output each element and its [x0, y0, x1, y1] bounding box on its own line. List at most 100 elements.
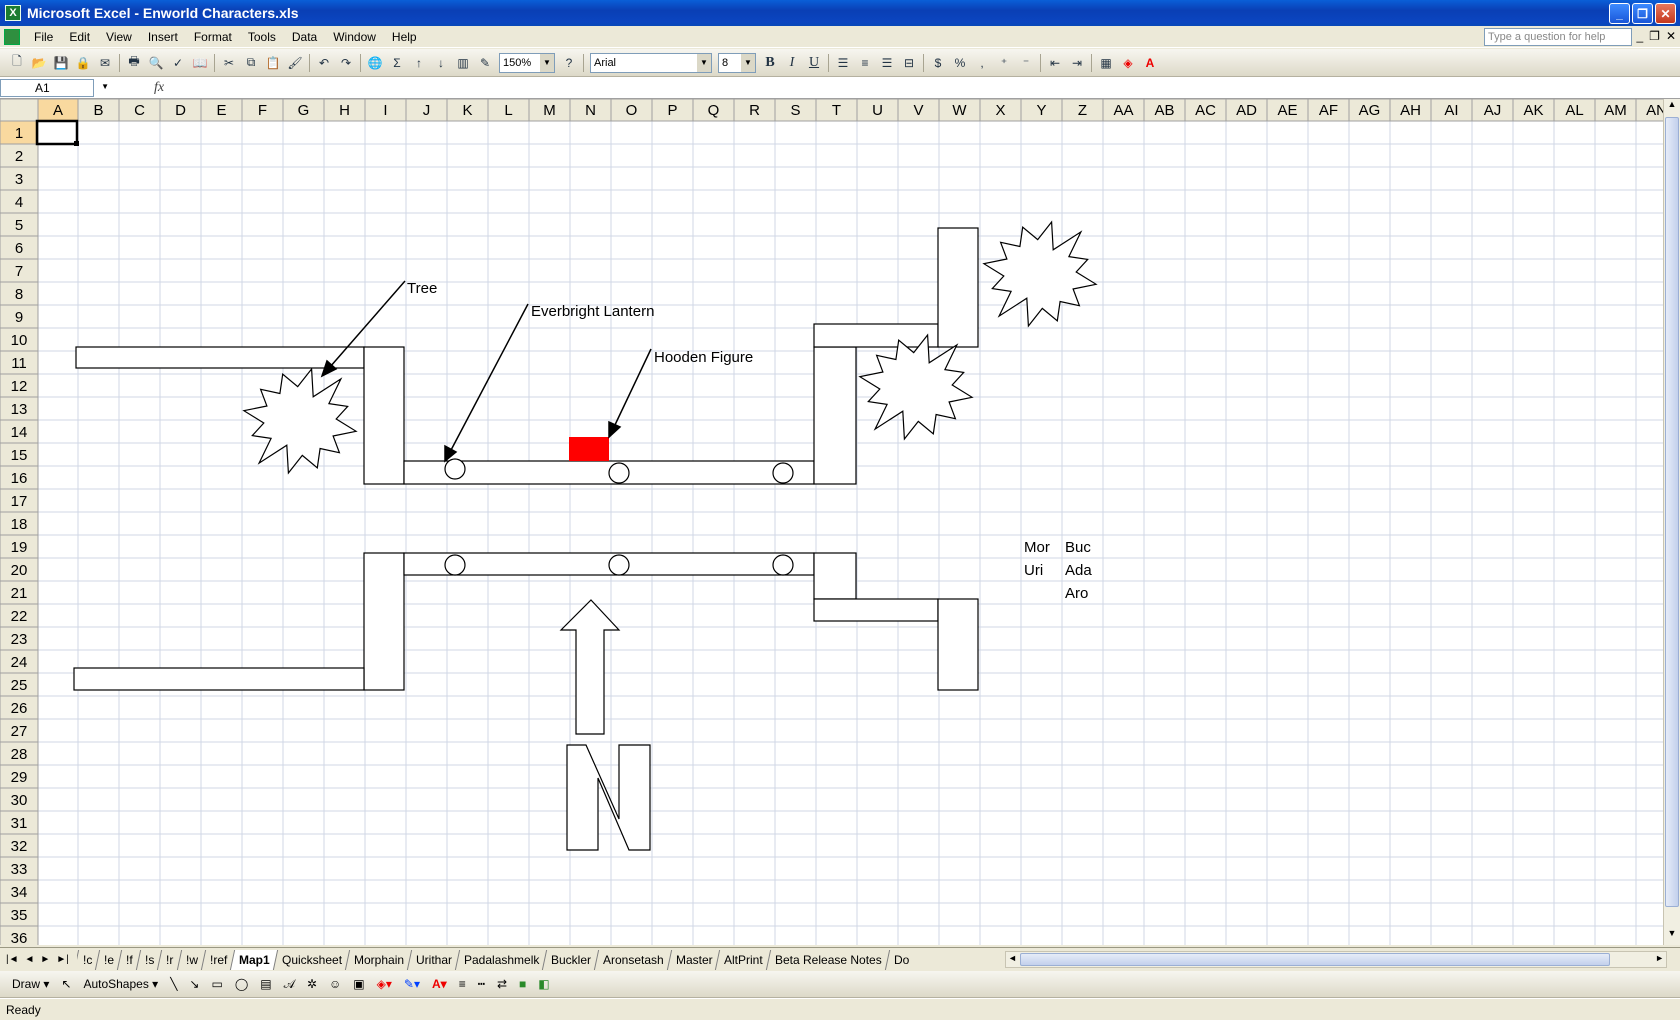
vertical-scroll-thumb[interactable] [1665, 117, 1679, 907]
worksheet-canvas[interactable]: A B C D E F G H I J K L M N O P Q R S T U V W X Y Z AA AB AC AD AE AF AG… [0, 99, 1680, 945]
corridor-south-west[interactable] [73, 667, 365, 691]
new-icon[interactable]: 🗋 [6, 52, 28, 74]
select-objects-icon[interactable]: ↖ [55, 977, 77, 991]
menu-file[interactable]: File [26, 30, 61, 44]
worksheet-grid[interactable]: A B C D E F G H I J K L M N O P Q R S T U V W X Y Z AA AB AC AD AE AF AG… [0, 99, 1680, 945]
italic-button[interactable]: I [781, 52, 803, 74]
text-box-icon[interactable]: ▤ [254, 977, 277, 991]
autosum-icon[interactable]: Σ [386, 52, 408, 74]
workbook-icon[interactable] [4, 28, 20, 45]
copy-icon[interactable]: ⧉ [240, 52, 262, 74]
sort-desc-icon[interactable]: ↓ [430, 52, 452, 74]
paste-icon[interactable]: 📋 [262, 52, 284, 74]
increase-decimal-icon[interactable]: ⁺ [993, 52, 1015, 74]
cell-text[interactable]: Aro [1065, 585, 1088, 602]
font-color-icon[interactable]: A [1139, 52, 1161, 74]
wall-east-lower[interactable] [813, 552, 857, 600]
pillar-south-3[interactable] [772, 554, 794, 576]
sheet-tab[interactable]: Beta Release Notes [765, 949, 890, 970]
pillar-south-1[interactable] [444, 554, 466, 576]
next-sheet-icon[interactable]: ► [40, 954, 50, 965]
shadow-icon[interactable]: ■ [513, 977, 532, 991]
wall-east-upper[interactable] [813, 346, 857, 485]
pillar-south-2[interactable] [608, 554, 630, 576]
sort-asc-icon[interactable]: ↑ [408, 52, 430, 74]
tower-north-east[interactable] [937, 227, 979, 348]
decrease-decimal-icon[interactable]: ⁻ [1015, 52, 1037, 74]
minimize-button[interactable]: _ [1609, 3, 1630, 24]
sheet-tab[interactable]: Morphain [344, 949, 412, 970]
sheet-tab[interactable]: Urithar [406, 949, 460, 970]
redo-icon[interactable]: ↷ [335, 52, 357, 74]
sheet-tab[interactable]: Do [884, 949, 918, 970]
cell-text[interactable]: Mor [1024, 539, 1050, 556]
open-icon[interactable]: 📂 [28, 52, 50, 74]
zoom-select[interactable]: 150% ▼ [499, 52, 555, 73]
help-search-input[interactable]: Type a question for help [1484, 28, 1632, 46]
arrow-icon[interactable]: ↘ [183, 977, 205, 991]
print-preview-icon[interactable]: 🔍 [145, 52, 167, 74]
horizontal-scroll-thumb[interactable] [1020, 953, 1610, 966]
format-painter-icon[interactable]: 🖌 [284, 52, 306, 74]
wall-west-lower[interactable] [363, 552, 405, 691]
pillar-north-2[interactable] [608, 462, 630, 484]
insert-function-icon[interactable]: fx [154, 80, 164, 96]
line-style-icon[interactable]: ≡ [453, 977, 472, 991]
decrease-indent-icon[interactable]: ⇤ [1044, 52, 1066, 74]
borders-icon[interactable]: ▦ [1095, 52, 1117, 74]
currency-icon[interactable]: $ [927, 52, 949, 74]
oval-icon[interactable]: ◯ [229, 977, 254, 991]
explosion-shape-west[interactable] [242, 367, 358, 475]
hyperlink-icon[interactable]: 🌐 [364, 52, 386, 74]
drawing-toggle-icon[interactable]: ✎ [474, 52, 496, 74]
last-sheet-icon[interactable]: ►| [56, 954, 69, 965]
name-box[interactable]: A1 ▼ [0, 78, 109, 97]
close-button[interactable]: ✕ [1655, 3, 1676, 24]
permission-icon[interactable]: 🔒 [72, 52, 94, 74]
formula-input[interactable] [164, 78, 1680, 98]
draw-menu-button[interactable]: Draw ▾ [6, 977, 55, 991]
save-icon[interactable]: 💾 [50, 52, 72, 74]
doc-restore-button[interactable]: ❐ [1649, 29, 1660, 43]
line-icon[interactable]: ╲ [164, 977, 183, 991]
restore-button[interactable]: ❐ [1632, 3, 1653, 24]
menu-data[interactable]: Data [284, 30, 325, 44]
increase-indent-icon[interactable]: ⇥ [1066, 52, 1088, 74]
3d-icon[interactable]: ◧ [532, 977, 555, 991]
research-icon[interactable]: 📖 [189, 52, 211, 74]
menu-edit[interactable]: Edit [61, 30, 98, 44]
font-name-select[interactable]: Arial ▼ [590, 52, 712, 73]
cell-text[interactable]: Buc [1065, 539, 1091, 556]
prev-sheet-icon[interactable]: ◄ [25, 954, 35, 965]
excel-icon[interactable]: X [5, 5, 21, 21]
select-all-corner[interactable] [0, 99, 39, 122]
underline-button[interactable]: U [803, 52, 825, 74]
menu-window[interactable]: Window [325, 30, 384, 44]
chevron-down-icon[interactable]: ▼ [540, 53, 554, 72]
corridor-south-east[interactable] [813, 598, 939, 622]
font-size-select[interactable]: 8 ▼ [718, 52, 756, 73]
scroll-up-icon[interactable]: ▲ [1664, 99, 1680, 116]
menu-format[interactable]: Format [186, 30, 240, 44]
cut-icon[interactable]: ✂ [218, 52, 240, 74]
sheet-tab[interactable]: Aronsetash [593, 949, 672, 970]
doc-minimize-button[interactable]: _ [1636, 29, 1643, 43]
scroll-left-icon[interactable]: ◄ [1008, 953, 1017, 963]
dash-style-icon[interactable]: ┅ [472, 977, 491, 991]
picture-icon[interactable]: ▣ [347, 977, 370, 991]
horizontal-scrollbar[interactable]: ◄ ► [1005, 951, 1667, 968]
spelling-icon[interactable]: ✓ [167, 52, 189, 74]
bold-button[interactable]: B [759, 52, 781, 74]
sheet-tab[interactable]: Map1 [229, 949, 278, 970]
menu-view[interactable]: View [98, 30, 140, 44]
fill-color-icon[interactable]: ◈▾ [371, 977, 398, 991]
clip-art-icon[interactable]: ☺ [323, 977, 347, 991]
menu-help[interactable]: Help [384, 30, 425, 44]
scroll-right-icon[interactable]: ► [1655, 953, 1664, 963]
tower-south-east[interactable] [937, 598, 979, 691]
sheet-tab[interactable]: Buckler [541, 949, 600, 970]
vertical-scrollbar[interactable]: ▲ ▼ [1663, 99, 1680, 945]
comma-button[interactable]: , [971, 52, 993, 74]
hooden-figure-marker[interactable] [569, 437, 609, 461]
wall-west-upper[interactable] [363, 346, 405, 485]
